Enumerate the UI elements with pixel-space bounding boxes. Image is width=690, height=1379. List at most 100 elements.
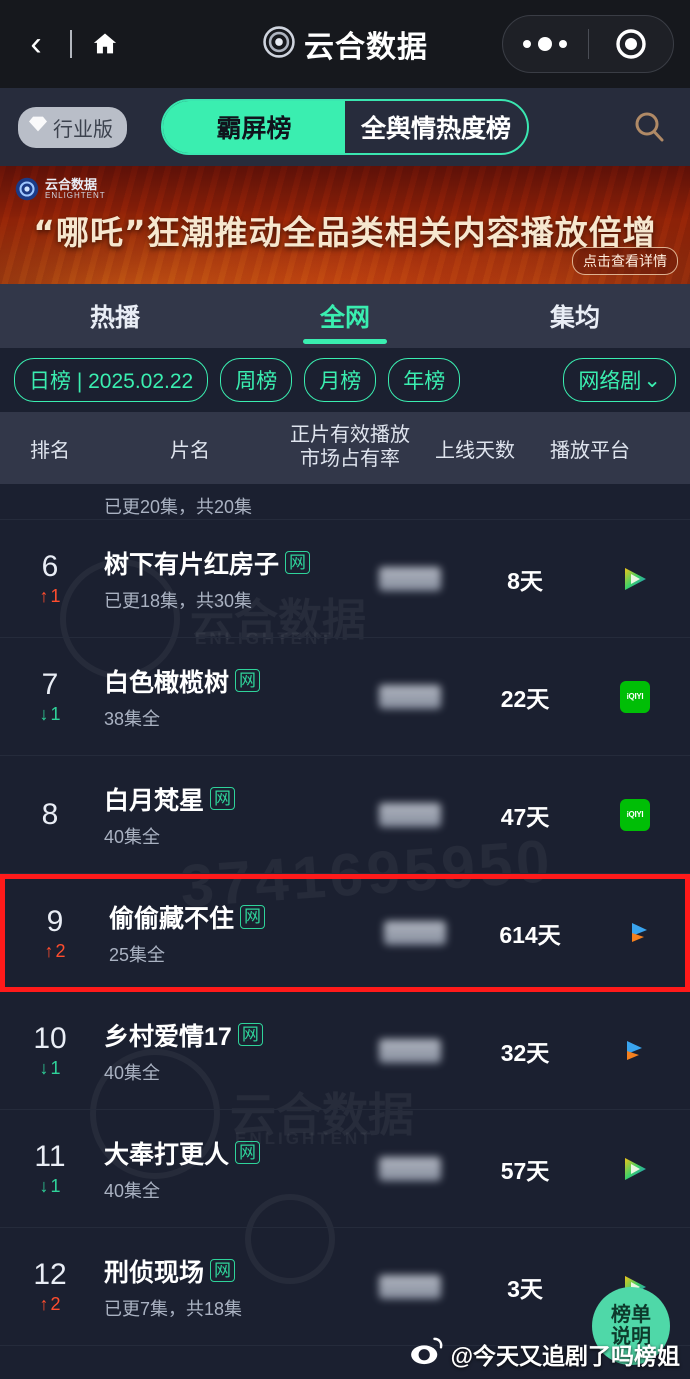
table-row[interactable]: 9↑2偷偷藏不住网25集全614天› xyxy=(0,874,690,992)
platform-cell[interactable]: iQIYI xyxy=(580,680,690,713)
platform-icon-tencent xyxy=(632,923,647,942)
more-dots-icon[interactable] xyxy=(503,37,588,51)
web-series-badge: 网 xyxy=(210,1258,236,1283)
weibo-watermark: @今天又追剧了吗榜姐 xyxy=(410,1337,680,1371)
episodes-label: 40集全 xyxy=(104,826,161,847)
nav-title-text: 云合数据 xyxy=(304,31,428,64)
rank-cell: 12 ↑ 2 xyxy=(0,1258,100,1315)
rank-number: 10 xyxy=(33,1022,67,1055)
market-share-value-obscured xyxy=(379,802,441,827)
market-share-value-obscured xyxy=(379,1274,441,1299)
title-cell[interactable]: 白色橄榄树网 38集全 xyxy=(100,663,350,731)
web-series-badge: 网 xyxy=(235,1140,261,1165)
industry-version-badge[interactable]: 行业版 xyxy=(18,106,127,148)
nav-divider xyxy=(70,30,72,58)
rank-delta-value: 1 xyxy=(50,586,61,606)
title-cell[interactable]: 大奉打更人网 40集全 xyxy=(100,1135,350,1203)
market-share-value-obscured xyxy=(379,1038,441,1063)
title-cell[interactable]: 树下有片红房子网已更18集，共30集 xyxy=(100,545,350,613)
title-cell[interactable]: 乡村爱情17 网 40集全 xyxy=(100,1017,350,1085)
back-button[interactable]: ‹ xyxy=(16,27,56,61)
toolbar: 行业版 霸屏榜 全舆情热度榜 xyxy=(0,88,690,166)
weibo-handle: @今天又追剧了吗榜姐 xyxy=(450,1343,680,1369)
episodes-label: 已更18集，共30集 xyxy=(104,590,253,611)
title-cell[interactable]: 刑侦现场网已更7集，共18集 xyxy=(100,1253,350,1321)
online-days: 3天 xyxy=(507,1275,543,1302)
home-icon[interactable] xyxy=(86,30,124,58)
rank-cell: 8 xyxy=(0,798,100,832)
tab-quanyuqing[interactable]: 全舆情热度榜 xyxy=(345,101,527,153)
tab-baping[interactable]: 霸屏榜 xyxy=(163,101,345,153)
rank-cell: 9 ↑ 2 xyxy=(5,905,105,962)
banner-logo: 云合数据 ENLIGHTENT xyxy=(14,176,106,202)
rank-number: 12 xyxy=(33,1258,67,1291)
rank-cell: 6 ↑ 1 xyxy=(0,550,100,607)
title-cell: 已更20集，共20集 xyxy=(100,487,350,519)
ranking-list[interactable]: 云合数据 ENLIGHTENT 3741695950 云合数据 ENLIGHTE… xyxy=(0,484,690,1346)
tab-rebo[interactable]: 热播 xyxy=(0,284,230,348)
platform-cell[interactable] xyxy=(585,916,690,950)
rank-cell: 10 ↓ 1 xyxy=(0,1022,100,1079)
arrow-up-icon: ↑ xyxy=(44,940,54,961)
title-cell[interactable]: 偷偷藏不住网 25集全 xyxy=(105,899,355,967)
table-row[interactable]: 6↑1树下有片红房子网已更18集，共30集8天› xyxy=(0,520,690,638)
web-series-badge: 网 xyxy=(237,1022,263,1047)
header-share-line2: 市场占有率 xyxy=(300,448,400,470)
rank-number: 11 xyxy=(34,1140,66,1173)
target-circle-icon[interactable] xyxy=(589,26,674,62)
banner-logo-sub: ENLIGHTENT xyxy=(45,191,106,201)
online-days: 47天 xyxy=(500,803,550,830)
rank-delta-value: 2 xyxy=(50,1294,61,1314)
web-series-badge: 网 xyxy=(210,786,236,811)
rank-delta-down: ↓ 1 xyxy=(39,1176,60,1197)
industry-version-label: 行业版 xyxy=(53,118,113,141)
market-share-cell xyxy=(350,802,470,827)
chip-daily[interactable]: 日榜 | 2025.02.22 xyxy=(14,358,209,402)
web-series-badge: 网 xyxy=(285,550,311,575)
title-cell[interactable]: 白月梵星网 40集全 xyxy=(100,781,350,849)
rank-delta-down: ↓ 1 xyxy=(39,1058,60,1079)
market-share-value-obscured xyxy=(379,684,441,709)
tab-jijun[interactable]: 集均 xyxy=(460,284,690,348)
platform-icon-iqiyi: iQIYI xyxy=(620,798,650,831)
table-row[interactable]: 11↓1大奉打更人网40集全57天› xyxy=(0,1110,690,1228)
chip-yearly[interactable]: 年榜 xyxy=(388,358,461,402)
chip-weekly[interactable]: 周榜 xyxy=(220,358,293,402)
episodes-label: 25集全 xyxy=(109,945,166,965)
table-row[interactable]: 10↓1乡村爱情17网40集全32天› xyxy=(0,992,690,1110)
market-share-cell xyxy=(350,1156,470,1181)
chip-monthly[interactable]: 月榜 xyxy=(304,358,377,402)
episodes-label: 38集全 xyxy=(104,708,161,729)
episodes-label: 已更20集，共20集 xyxy=(104,497,253,517)
tab-quanwang[interactable]: 全网 xyxy=(230,284,460,348)
promo-banner[interactable]: 云合数据 ENLIGHTENT “哪吒”狂潮推动全品类相关内容播放倍增 点击查看… xyxy=(0,166,690,284)
diamond-icon xyxy=(28,115,48,139)
wechat-capsule[interactable] xyxy=(502,15,674,73)
rank-number: 6 xyxy=(41,550,59,583)
platform-icon-youku xyxy=(625,1157,646,1180)
segmented-control[interactable]: 霸屏榜 全舆情热度榜 xyxy=(161,99,529,155)
market-share-value-obscured xyxy=(379,1156,441,1181)
rank-delta-down: ↓ 1 xyxy=(39,704,60,725)
search-icon[interactable] xyxy=(626,104,672,150)
chevron-down-icon: ⌄ xyxy=(643,368,661,392)
table-row[interactable]: 8白月梵星网40集全47天iQIYI› xyxy=(0,756,690,874)
category-dropdown[interactable]: 网络剧 ⌄ xyxy=(563,358,676,402)
banner-cta-button[interactable]: 点击查看详情 xyxy=(572,247,678,275)
rank-delta-up: ↑ 2 xyxy=(39,1294,60,1315)
rank-cell: 7 ↓ 1 xyxy=(0,668,100,725)
platform-cell[interactable] xyxy=(580,1034,690,1068)
platform-cell[interactable]: iQIYI xyxy=(580,798,690,831)
table-row-partial[interactable]: 已更20集，共20集 xyxy=(0,484,690,520)
arrow-down-icon: ↓ xyxy=(39,1058,49,1078)
rank-delta-value: 1 xyxy=(50,1058,61,1078)
header-rank: 排名 xyxy=(30,439,70,462)
show-title: 偷偷藏不住 xyxy=(109,905,235,933)
table-row[interactable]: 7↓1白色橄榄树网38集全22天iQIYI› xyxy=(0,638,690,756)
rank-delta-value: 1 xyxy=(50,704,61,724)
table-row[interactable]: 12↑2刑侦现场网已更7集，共18集3天› xyxy=(0,1228,690,1346)
platform-cell[interactable] xyxy=(580,562,690,596)
header-title: 片名 xyxy=(170,439,210,462)
platform-cell[interactable] xyxy=(580,1152,690,1186)
rank-cell: 11 ↓ 1 xyxy=(0,1140,100,1197)
